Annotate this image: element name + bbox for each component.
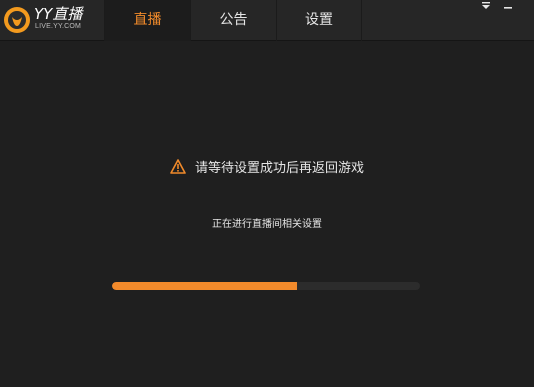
app-logo: YY直播 LIVE.YY.COM xyxy=(3,4,103,36)
dropdown-arrow-icon[interactable] xyxy=(478,2,494,14)
status-text: 正在进行直播间相关设置 xyxy=(212,219,322,230)
minimize-icon[interactable] xyxy=(500,2,516,14)
progress-bar xyxy=(112,282,420,290)
warning-text: 请等待设置成功后再返回游戏 xyxy=(194,160,364,176)
warning-message: 请等待设置成功后再返回游戏 xyxy=(0,157,534,176)
main-content: 请等待设置成功后再返回游戏 正在进行直播间相关设置 xyxy=(0,41,534,387)
title-bar: YY直播 LIVE.YY.COM 直播 公告 设置 xyxy=(0,0,534,41)
logo-text: YY直播 xyxy=(34,5,83,23)
progress-fill xyxy=(112,282,297,290)
yy-logo-icon xyxy=(4,7,30,33)
tab-settings[interactable]: 设置 xyxy=(276,0,362,41)
tab-announcement[interactable]: 公告 xyxy=(190,0,276,41)
logo-subtext: LIVE.YY.COM xyxy=(35,23,82,30)
warning-icon xyxy=(170,158,186,174)
tab-live[interactable]: 直播 xyxy=(104,0,190,41)
